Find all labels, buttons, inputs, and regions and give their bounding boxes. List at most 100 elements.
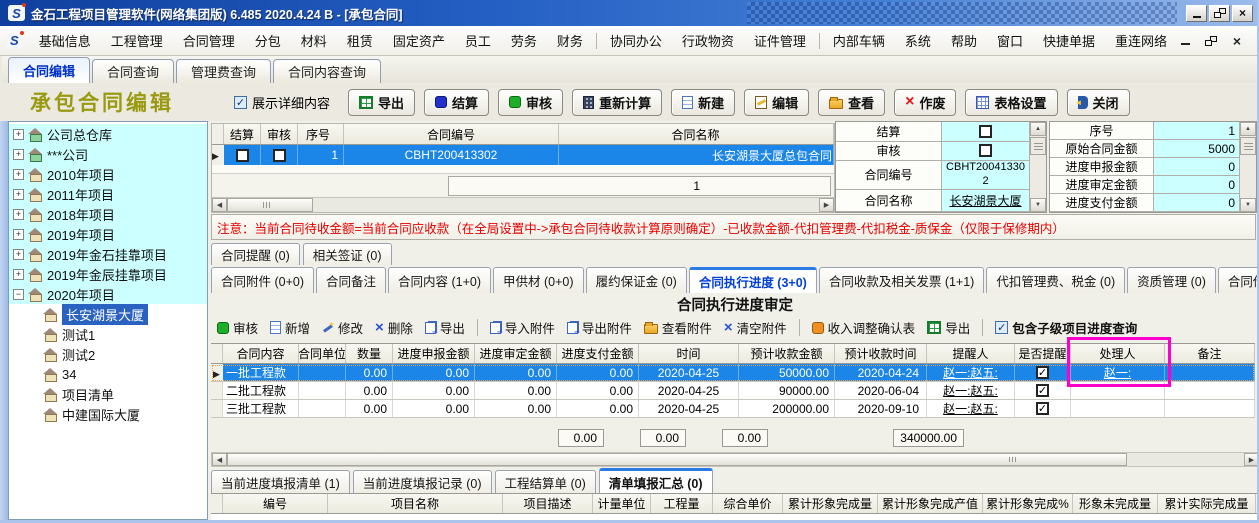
col-unit-price[interactable]: 综合单价 — [713, 494, 783, 513]
menu-item-fixed-assets[interactable]: 固定资产 — [383, 28, 455, 53]
col-contract-code[interactable]: 合同编号 — [344, 124, 559, 144]
col-project-desc[interactable]: 项目描述 — [503, 494, 593, 513]
menu-item-basic-info[interactable]: 基础信息 — [29, 28, 101, 53]
mdi-minimize-button[interactable] — [1177, 34, 1193, 48]
show-detail-checkbox[interactable]: 展示详细内容 — [234, 93, 330, 112]
col-audit[interactable]: 审核 — [261, 124, 298, 144]
menu-item-subcontract[interactable]: 分包 — [245, 28, 291, 53]
expand-icon[interactable] — [13, 209, 24, 220]
tab-mgmt-fee-query[interactable]: 管理费查询 — [176, 59, 271, 83]
menu-item-certificates[interactable]: 证件管理 — [744, 28, 816, 53]
recalculate-button[interactable]: 重新计算 — [572, 89, 662, 116]
view-button[interactable]: 查看 — [818, 89, 885, 116]
income-adjust-tool[interactable]: 收入调整确认表 — [809, 318, 919, 337]
tab-receipts-invoices[interactable]: 合同收款及相关发票 (1+1) — [819, 267, 985, 293]
tab-attachments[interactable]: 合同附件 (0+0) — [211, 267, 314, 293]
tree-item-2020[interactable]: 2020年项目 — [9, 284, 207, 304]
prop-audit-checkbox[interactable] — [942, 142, 1029, 161]
tree-item-zhongjian[interactable]: 中建国际大厦 — [9, 404, 207, 424]
menu-item-collaboration[interactable]: 协同办公 — [600, 28, 672, 53]
cell-reminder-link[interactable]: 赵一:赵五: — [927, 364, 1015, 381]
tree-item-2019-jinchen[interactable]: 2019年金辰挂靠项目 — [9, 264, 207, 284]
mdi-restore-button[interactable] — [1203, 34, 1219, 48]
prop-seq[interactable]: 1 — [1154, 122, 1239, 139]
col-declared[interactable]: 进度申报金额 — [393, 344, 475, 363]
col-measure-unit[interactable]: 计量单位 — [593, 494, 651, 513]
col-cum-image-qty[interactable]: 累计形象完成量 — [783, 494, 878, 513]
col-cum-image-pct[interactable]: 累计形象完成% — [983, 494, 1073, 513]
scroll-thumb[interactable] — [227, 453, 1127, 466]
cell-reminder-link[interactable]: 赵一:赵五: — [927, 400, 1015, 417]
tab-execution-progress[interactable]: 合同执行进度 (3+0) — [689, 267, 817, 293]
contract-props-vscrollbar[interactable]: ▲ ▼ — [1029, 122, 1046, 212]
export-attachment-tool[interactable]: 导出附件 — [564, 318, 635, 337]
include-children-checkbox[interactable]: 包含子级项目进度查询 — [992, 318, 1140, 337]
audit-tool[interactable]: 审核 — [214, 318, 261, 337]
clear-attachment-tool[interactable]: 清空附件 — [721, 318, 790, 337]
menu-item-lease[interactable]: 租赁 — [337, 28, 383, 53]
expand-icon[interactable] — [13, 249, 24, 260]
prop-paid-amount[interactable]: 0 — [1154, 194, 1239, 211]
menu-item-reconnect[interactable]: 重连网络 — [1105, 28, 1177, 53]
col-image-remaining[interactable]: 形象未完成量 — [1073, 494, 1158, 513]
col-seq[interactable]: 序号 — [298, 124, 344, 144]
scroll-up-icon[interactable]: ▲ — [1240, 122, 1256, 136]
scroll-right-icon[interactable]: ▶ — [819, 198, 834, 212]
col-approved[interactable]: 进度审定金额 — [475, 344, 557, 363]
scroll-left-icon[interactable]: ◀ — [212, 198, 227, 212]
prop-contract-code[interactable]: CBHT200413302 — [942, 161, 1029, 189]
menu-item-contract-mgmt[interactable]: 合同管理 — [173, 28, 245, 53]
scroll-thumb[interactable] — [1030, 137, 1046, 155]
audit-checkbox[interactable] — [261, 145, 298, 165]
tab-current-progress-list[interactable]: 当前进度填报清单 (1) — [211, 470, 350, 493]
menu-item-admin-supplies[interactable]: 行政物资 — [672, 28, 744, 53]
tree-item-2011[interactable]: 2011年项目 — [9, 184, 207, 204]
col-paid[interactable]: 进度支付金额 — [557, 344, 639, 363]
prop-settle-checkbox[interactable] — [942, 122, 1029, 141]
tree-item-test2[interactable]: 测试2 — [9, 344, 207, 364]
col-content[interactable]: 合同内容 — [223, 344, 299, 363]
cell-reminder-link[interactable]: 赵一:赵五: — [927, 382, 1015, 399]
tab-current-progress-records[interactable]: 当前进度填报记录 (0) — [353, 470, 492, 493]
menu-item-help[interactable]: 帮助 — [941, 28, 987, 53]
progress-row-3[interactable]: 三批工程款 0.00 0.00 0.00 0.00 2020-04-25 200… — [211, 400, 1255, 418]
tree-item-2019-jinshi[interactable]: 2019年金石挂靠项目 — [9, 244, 207, 264]
expand-icon[interactable] — [13, 189, 24, 200]
tab-contract-edit[interactable]: 合同编辑 — [8, 57, 90, 83]
tab-performance-bond[interactable]: 履约保证金 (0) — [586, 267, 687, 293]
amount-props-vscrollbar[interactable]: ▲ ▼ — [1239, 122, 1256, 212]
audit-button[interactable]: 审核 — [498, 89, 563, 116]
close-button[interactable]: × — [1232, 5, 1253, 22]
expand-icon[interactable] — [13, 129, 24, 140]
menu-item-material[interactable]: 材料 — [291, 28, 337, 53]
prop-contract-name[interactable]: 长安湖景大厦 — [942, 190, 1029, 211]
export-button[interactable]: 导出 — [348, 89, 415, 116]
add-tool[interactable]: 新增 — [267, 318, 313, 337]
grid-settings-button[interactable]: 表格设置 — [965, 89, 1057, 116]
col-cum-actual-qty[interactable]: 累计实际完成量 — [1158, 494, 1256, 513]
menu-item-staff[interactable]: 员工 — [455, 28, 501, 53]
tab-contract-borrow[interactable]: 合同借阅 (0) — [1218, 267, 1259, 293]
menu-item-labor[interactable]: 劳务 — [501, 28, 547, 53]
col-note[interactable]: 备注 — [1165, 344, 1255, 363]
minimize-button[interactable] — [1186, 5, 1207, 22]
close-page-button[interactable]: 关闭 — [1067, 89, 1130, 116]
scroll-down-icon[interactable]: ▼ — [1240, 198, 1256, 212]
col-project-name[interactable]: 项目名称 — [328, 494, 503, 513]
col-expected-amount[interactable]: 预计收款金额 — [739, 344, 835, 363]
menu-item-vehicles[interactable]: 内部车辆 — [823, 28, 895, 53]
modify-tool[interactable]: 修改 — [319, 318, 366, 337]
cell-remind-checkbox[interactable] — [1015, 382, 1071, 399]
tree-item-2018[interactable]: 2018年项目 — [9, 204, 207, 224]
expand-icon[interactable] — [13, 149, 24, 160]
cell-remind-checkbox[interactable] — [1015, 400, 1071, 417]
settle-checkbox[interactable] — [224, 145, 261, 165]
menu-item-window[interactable]: 窗口 — [987, 28, 1033, 53]
tab-withheld-fees-tax[interactable]: 代扣管理费、税金 (0) — [986, 267, 1125, 293]
expand-icon[interactable] — [13, 269, 24, 280]
void-button[interactable]: 作废 — [894, 89, 956, 116]
tab-list-report-summary[interactable]: 清单填报汇总 (0) — [599, 468, 713, 493]
col-reminder[interactable]: 提醒人 — [927, 344, 1015, 363]
tab-contract-reminder[interactable]: 合同提醒 (0) — [211, 243, 300, 265]
scroll-thumb[interactable] — [227, 198, 313, 212]
